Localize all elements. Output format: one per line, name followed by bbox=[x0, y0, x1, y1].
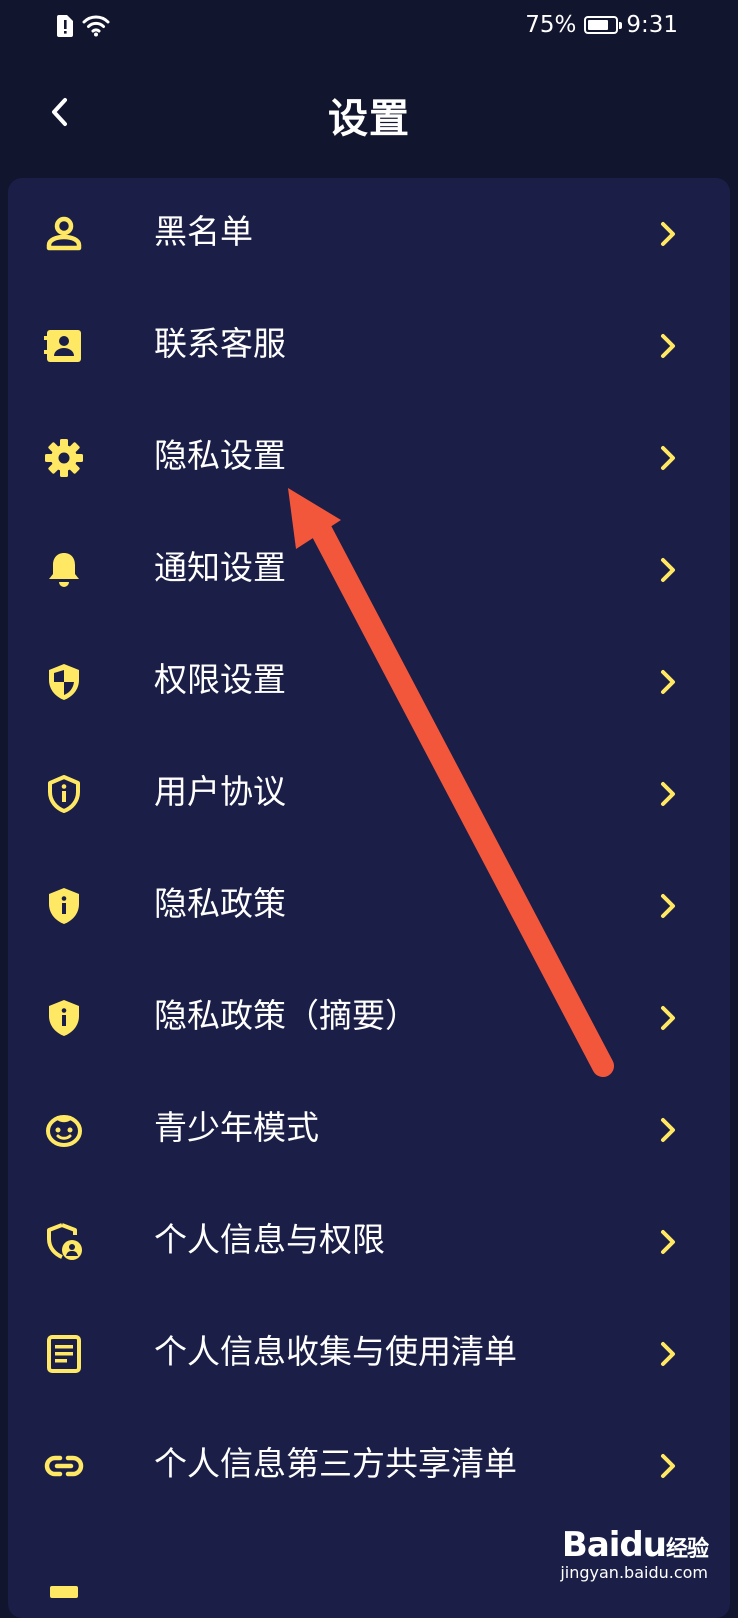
chevron-right-icon bbox=[661, 670, 675, 694]
shield-info-icon bbox=[49, 888, 79, 924]
menu-item-contact-support[interactable]: 联系客服 bbox=[8, 290, 730, 402]
menu-item-label: 个人信息与权限 bbox=[154, 1220, 385, 1259]
menu-item-label: 用户协议 bbox=[154, 772, 286, 811]
baidu-watermark: Baidu经验 jingyan.baidu.com bbox=[560, 1525, 709, 1582]
status-icons-left bbox=[56, 14, 110, 38]
shield-person-icon bbox=[47, 1223, 82, 1260]
chevron-right-icon bbox=[661, 1342, 675, 1366]
document-list-icon bbox=[47, 1335, 81, 1373]
chevron-right-icon bbox=[661, 1118, 675, 1142]
menu-item-notification-settings[interactable]: 通知设置 bbox=[8, 514, 730, 626]
watermark-logo-text: Baidu bbox=[561, 1525, 667, 1565]
chevron-right-icon bbox=[661, 1230, 675, 1254]
menu-item-third-party-sharing-list[interactable]: 个人信息第三方共享清单 bbox=[8, 1410, 730, 1522]
chevron-right-icon bbox=[661, 222, 675, 246]
menu-item-label: 隐私政策（摘要） bbox=[154, 996, 418, 1035]
chevron-right-icon bbox=[661, 558, 675, 582]
menu-item-label: 权限设置 bbox=[154, 660, 286, 699]
battery-level bbox=[588, 20, 609, 30]
menu-item-teen-mode[interactable]: 青少年模式 bbox=[8, 1074, 730, 1186]
chevron-right-icon bbox=[661, 1454, 675, 1478]
battery-percent: 75% bbox=[525, 12, 577, 38]
watermark-suffix: 经验 bbox=[665, 1537, 709, 1562]
menu-item-label: 隐私政策 bbox=[154, 884, 286, 923]
child-face-icon bbox=[46, 1115, 82, 1147]
menu-item-privacy-policy-summary[interactable]: 隐私政策（摘要） bbox=[8, 962, 730, 1074]
shield-info-outline-icon bbox=[48, 775, 80, 813]
bell-icon bbox=[49, 553, 79, 587]
menu-item-label: 通知设置 bbox=[154, 548, 286, 587]
chevron-right-icon bbox=[661, 894, 675, 918]
menu-item-label: 个人信息收集与使用清单 bbox=[154, 1332, 517, 1371]
menu-item-privacy-policy[interactable]: 隐私政策 bbox=[8, 850, 730, 962]
partial-row-icon bbox=[50, 1586, 78, 1598]
menu-item-label: 联系客服 bbox=[154, 324, 286, 363]
shield-half-icon bbox=[49, 664, 79, 700]
menu-item-privacy-settings[interactable]: 隐私设置 bbox=[8, 402, 730, 514]
settings-list: 黑名单 联系客服 隐私设置 通知设置 权限设置 用户协议 隐私政策 隐私政策（摘… bbox=[8, 178, 730, 1618]
shield-info-icon bbox=[49, 1000, 79, 1036]
app-header: 设置 bbox=[0, 70, 738, 160]
menu-item-user-agreement[interactable]: 用户协议 bbox=[8, 738, 730, 850]
chevron-right-icon bbox=[661, 782, 675, 806]
chevron-right-icon bbox=[661, 1006, 675, 1030]
watermark-site: jingyan.baidu.com bbox=[560, 1563, 708, 1582]
link-icon bbox=[44, 1455, 84, 1477]
menu-item-info-collection-list[interactable]: 个人信息收集与使用清单 bbox=[8, 1298, 730, 1410]
menu-item-permission-settings[interactable]: 权限设置 bbox=[8, 626, 730, 738]
status-icons-right: 75% 9:31 bbox=[525, 12, 678, 38]
baidu-logo: Baidu经验 bbox=[560, 1525, 709, 1565]
status-bar: 75% 9:31 bbox=[0, 0, 738, 56]
wifi-icon bbox=[82, 15, 110, 37]
gear-icon bbox=[45, 439, 83, 477]
battery-icon bbox=[584, 16, 623, 34]
chevron-right-icon bbox=[661, 446, 675, 470]
menu-item-label: 隐私设置 bbox=[154, 436, 286, 475]
person-icon bbox=[46, 216, 82, 251]
menu-item-label: 青少年模式 bbox=[154, 1108, 319, 1147]
sim-alert-icon bbox=[57, 15, 73, 37]
page-title: 设置 bbox=[328, 96, 410, 142]
contact-card-icon bbox=[44, 330, 81, 362]
menu-item-label: 黑名单 bbox=[154, 212, 253, 251]
chevron-right-icon bbox=[661, 334, 675, 358]
menu-item-personal-info-permissions[interactable]: 个人信息与权限 bbox=[8, 1186, 730, 1298]
clock: 9:31 bbox=[626, 12, 678, 38]
menu-item-label: 个人信息第三方共享清单 bbox=[154, 1444, 517, 1483]
menu-item-blacklist[interactable]: 黑名单 bbox=[8, 178, 730, 290]
